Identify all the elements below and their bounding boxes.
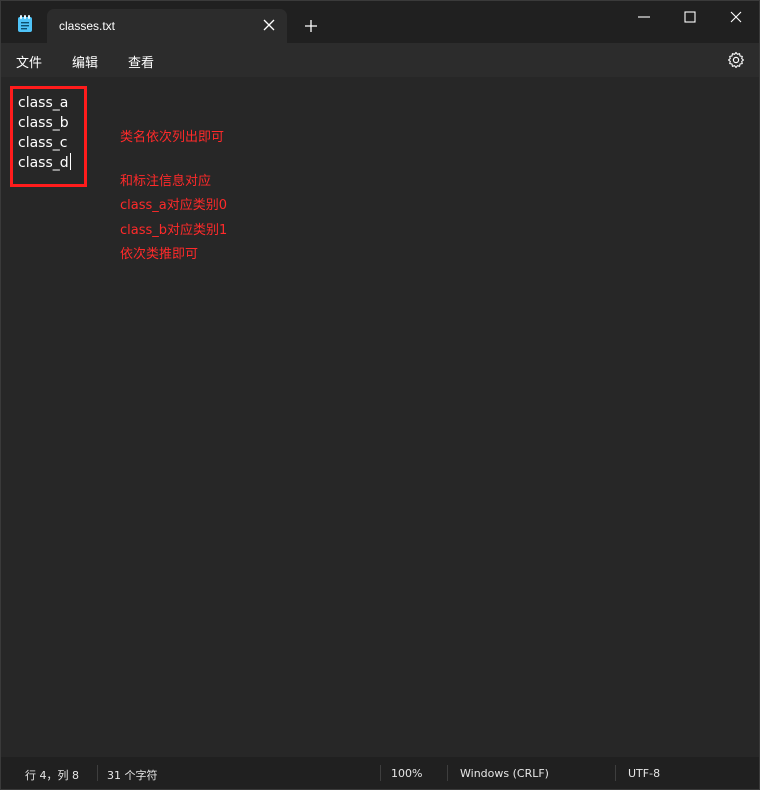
- plus-icon[interactable]: [303, 18, 319, 34]
- status-char-count: 31 个字符: [107, 769, 158, 782]
- close-icon[interactable]: [726, 7, 746, 27]
- status-cursor-position[interactable]: 行 4，列 8: [25, 767, 79, 783]
- menu-edit[interactable]: 编辑: [72, 52, 98, 71]
- menu-file[interactable]: 文件: [16, 52, 42, 71]
- status-divider: [380, 765, 381, 781]
- annotation-3: class_a对应类别0: [120, 198, 228, 213]
- status-divider: [447, 765, 448, 781]
- minimize-icon[interactable]: [634, 7, 654, 27]
- status-divider: [97, 765, 98, 781]
- annotation-2: 和标注信息对应: [120, 174, 212, 189]
- status-encoding[interactable]: UTF-8: [628, 767, 660, 780]
- tab-classes-txt[interactable]: classes.txt: [47, 9, 287, 43]
- close-tab-icon[interactable]: [261, 17, 277, 33]
- title-bar: classes.txt: [1, 1, 759, 43]
- red-highlight-box: [10, 86, 87, 187]
- notepad-window: classes.txt 文件 编辑 查看 class_a class_b cla…: [0, 0, 760, 790]
- status-line-ending[interactable]: Windows (CRLF): [460, 767, 549, 780]
- menu-view[interactable]: 查看: [128, 52, 154, 71]
- annotation-1: 类名依次列出即可: [120, 130, 225, 145]
- status-divider: [615, 765, 616, 781]
- tab-title: classes.txt: [59, 19, 116, 33]
- status-bar: 行 4，列 8 31 个字符 100% Windows (CRLF) UTF-8: [1, 757, 759, 789]
- notepad-icon: [18, 15, 32, 32]
- status-zoom[interactable]: 100%: [391, 767, 422, 780]
- annotation-5: 依次类推即可: [120, 247, 199, 262]
- maximize-icon[interactable]: [680, 7, 700, 27]
- text-editor[interactable]: class_a class_b class_c class_d 类名依次列出即可…: [1, 77, 759, 757]
- gear-icon[interactable]: [727, 51, 745, 69]
- menu-bar: 文件 编辑 查看: [1, 43, 759, 77]
- annotation-4: class_b对应类别1: [120, 223, 228, 238]
